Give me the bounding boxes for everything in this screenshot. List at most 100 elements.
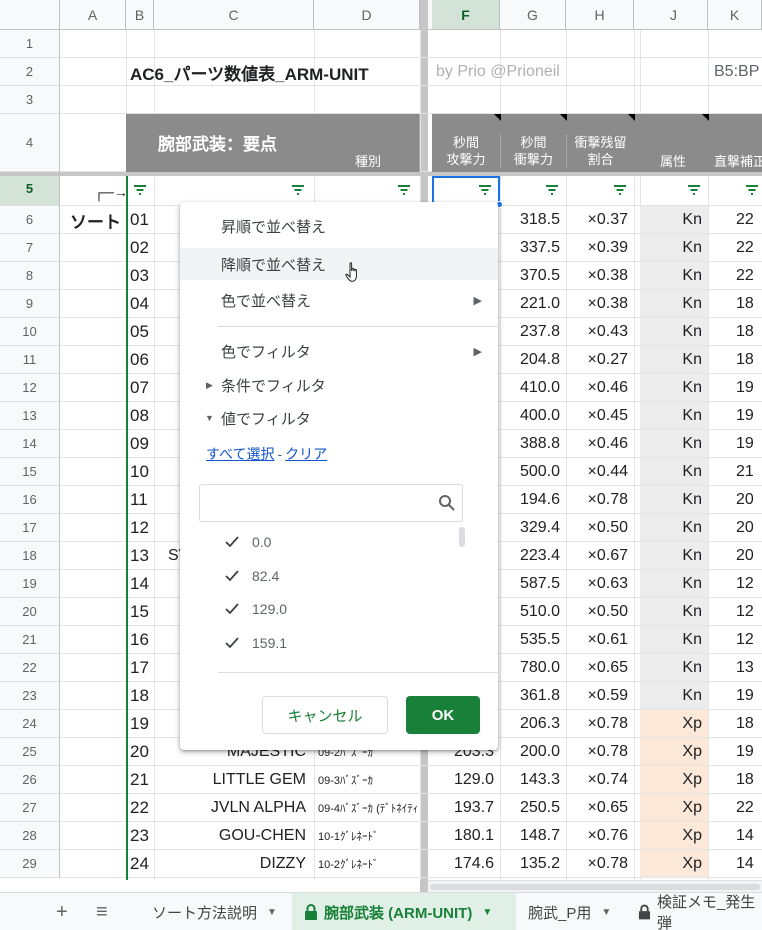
direct-hit: 22 — [736, 211, 754, 228]
row-number: 17 — [130, 658, 149, 677]
menu-filter-value-label: 値でフィルタ — [221, 410, 311, 428]
menu-sort-asc[interactable]: 昇順で並べ替え — [180, 210, 498, 242]
dps-impact: 500.0 — [519, 463, 560, 480]
row-header-20[interactable]: 20 — [0, 598, 60, 626]
column-header-c[interactable]: C — [154, 0, 314, 30]
attribute: Kn — [682, 295, 702, 312]
column-header-f[interactable]: F — [432, 0, 500, 30]
note-indicator-icon — [628, 114, 635, 121]
row-header-6[interactable]: 6 — [0, 206, 60, 234]
row-header-15[interactable]: 15 — [0, 458, 60, 486]
checkmark-icon[interactable] — [224, 602, 240, 616]
row-header-29[interactable]: 29 — [0, 850, 60, 878]
row-header-8[interactable]: 8 — [0, 262, 60, 290]
row-header-9[interactable]: 9 — [0, 290, 60, 318]
corner-select-all[interactable] — [0, 0, 60, 30]
filter-button-icon[interactable] — [291, 184, 305, 196]
value-list-scrollbar[interactable] — [459, 527, 465, 547]
menu-sort-desc[interactable]: 降順で並べ替え — [180, 248, 498, 282]
row-header-11[interactable]: 11 — [0, 346, 60, 374]
row-number: 08 — [130, 406, 149, 425]
filter-button-icon[interactable] — [745, 184, 759, 196]
row-header-3[interactable]: 3 — [0, 86, 60, 114]
row-number: 05 — [130, 322, 149, 341]
row-header-7[interactable]: 7 — [0, 234, 60, 262]
ok-button[interactable]: OK — [406, 696, 480, 734]
filter-button-icon[interactable] — [545, 184, 559, 196]
direct-hit: 22 — [736, 267, 754, 284]
value-option[interactable]: 82.4 — [224, 564, 279, 588]
row-header-1[interactable]: 1 — [0, 30, 60, 58]
dps-attack: 180.1 — [453, 827, 494, 844]
row-header-19[interactable]: 19 — [0, 570, 60, 598]
freeze-row-divider[interactable] — [0, 172, 762, 176]
row-header-24[interactable]: 24 — [0, 710, 60, 738]
row-header-10[interactable]: 10 — [0, 318, 60, 346]
row-number: 04 — [130, 294, 149, 313]
row-header-25[interactable]: 25 — [0, 738, 60, 766]
row-header-4[interactable]: 4 — [0, 114, 60, 172]
column-header-h[interactable]: H — [566, 0, 634, 30]
menu-filter-value[interactable]: ▼ 値でフィルタ — [180, 402, 498, 434]
row-header-5[interactable]: 5 — [0, 172, 60, 206]
filter-button-icon[interactable] — [687, 184, 701, 196]
row-header-21[interactable]: 21 — [0, 626, 60, 654]
row-header-23[interactable]: 23 — [0, 682, 60, 710]
tab-memo-label: 検証メモ_発生弾 — [656, 894, 756, 930]
row-header-14[interactable]: 14 — [0, 430, 60, 458]
row-header-2[interactable]: 2 — [0, 58, 60, 86]
attribute: Xp — [682, 855, 702, 872]
clear-link[interactable]: クリア — [285, 446, 327, 462]
column-header-a[interactable]: A — [60, 0, 126, 30]
row-header-22[interactable]: 22 — [0, 654, 60, 682]
link-separator: - — [277, 446, 283, 462]
menu-filter-color[interactable]: 色でフィルタ ▶ — [180, 335, 498, 367]
filter-button-icon[interactable] — [613, 184, 627, 196]
value-search-input[interactable] — [199, 484, 463, 522]
row-header-12[interactable]: 12 — [0, 374, 60, 402]
row-header-17[interactable]: 17 — [0, 514, 60, 542]
filter-button-icon[interactable] — [133, 184, 147, 196]
checkmark-icon[interactable] — [224, 636, 240, 650]
checkmark-icon[interactable] — [224, 569, 240, 583]
row-number: 13 — [130, 546, 149, 565]
column-header-d[interactable]: D — [314, 0, 420, 30]
checkmark-icon[interactable] — [224, 535, 240, 549]
filter-button-icon[interactable] — [478, 184, 492, 196]
tab-dropdown-icon[interactable]: ▼ — [482, 907, 492, 918]
dps-impact: 200.0 — [519, 743, 560, 760]
tab-sort-method[interactable]: ソート方法説明 ▼ — [152, 893, 277, 930]
tab-arm-p[interactable]: 腕武_P用 ▼ — [528, 893, 611, 930]
tab-dropdown-icon[interactable]: ▼ — [601, 907, 611, 918]
row-header-27[interactable]: 27 — [0, 794, 60, 822]
menu-filter-condition[interactable]: ▶ 条件でフィルタ — [180, 369, 498, 401]
header-j-label: 属性 — [660, 153, 687, 169]
part-kind: 09-3ﾊﾞｽﾞｰｶ — [318, 775, 374, 787]
filter-button-icon[interactable] — [397, 184, 411, 196]
scrollbar-thumb[interactable] — [430, 884, 760, 890]
column-header-j[interactable]: J — [640, 0, 708, 30]
value-option[interactable]: 159.1 — [224, 631, 287, 655]
direct-hit: 14 — [736, 827, 754, 844]
row-header-16[interactable]: 16 — [0, 486, 60, 514]
value-option[interactable]: 0.0 — [224, 530, 271, 554]
column-header-g[interactable]: G — [500, 0, 566, 30]
all-sheets-button[interactable]: ≡ — [96, 893, 108, 930]
tab-dropdown-icon[interactable]: ▼ — [267, 907, 277, 918]
cancel-button[interactable]: キャンセル — [262, 696, 388, 734]
footer-divider — [218, 672, 498, 673]
row-header-26[interactable]: 26 — [0, 766, 60, 794]
menu-filter-condition-label: 条件でフィルタ — [221, 377, 326, 395]
row-header-28[interactable]: 28 — [0, 822, 60, 850]
column-header-k[interactable]: K — [708, 0, 762, 30]
impact-residual: ×0.43 — [587, 323, 628, 340]
tab-memo[interactable]: 検証メモ_発生弾 — [638, 893, 762, 930]
column-header-b[interactable]: B — [126, 0, 154, 30]
row-header-18[interactable]: 18 — [0, 542, 60, 570]
add-sheet-button[interactable]: + — [56, 893, 68, 930]
value-option[interactable]: 129.0 — [224, 597, 287, 621]
menu-sort-color[interactable]: 色で並べ替え ▶ — [180, 284, 498, 316]
row-header-13[interactable]: 13 — [0, 402, 60, 430]
select-all-link[interactable]: すべて選択 — [206, 446, 274, 462]
tab-arm-unit[interactable]: 腕部武装 (ARM-UNIT) ▼ — [292, 893, 516, 930]
